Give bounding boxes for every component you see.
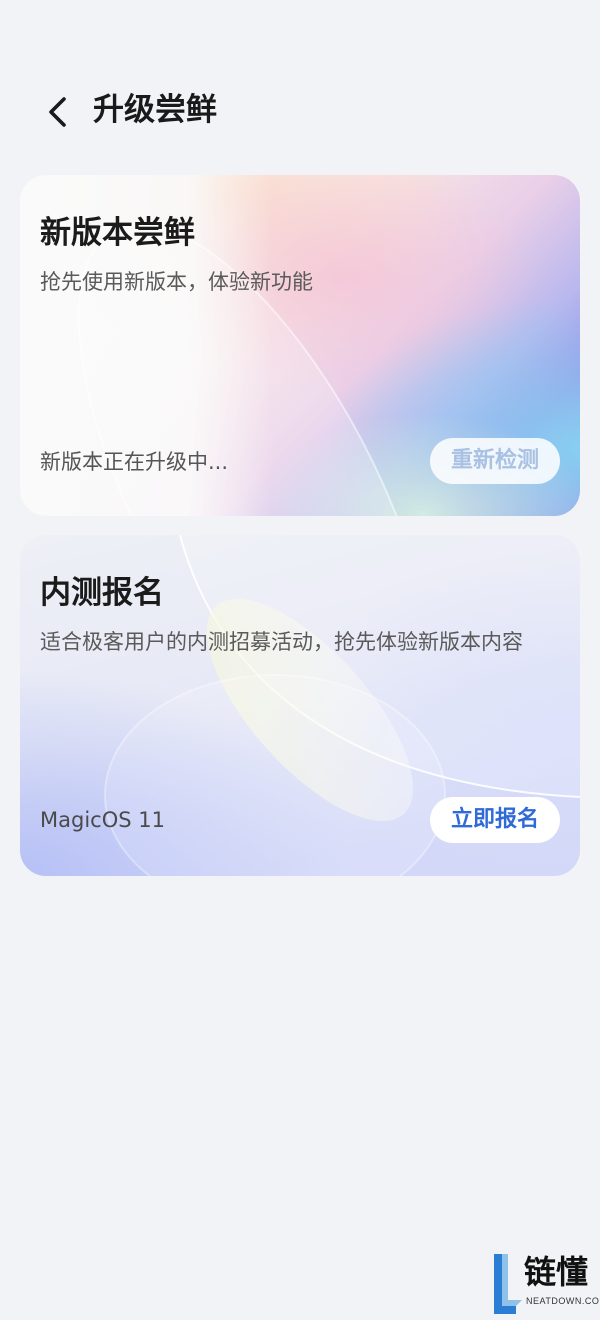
card-title: 新版本尝鲜 (40, 215, 195, 251)
chevron-left-icon (49, 97, 66, 127)
watermark: 链懂 NEATDOWN.COM (480, 1248, 600, 1320)
beta-signup-card: 内测报名 适合极客用户的内测招募活动，抢先体验新版本内容 MagicOS 11 … (20, 535, 580, 876)
new-version-card: 新版本尝鲜 抢先使用新版本，体验新功能 新版本正在升级中... 重新检测 (20, 175, 580, 516)
card-description: 抢先使用新版本，体验新功能 (40, 270, 313, 294)
watermark-domain: NEATDOWN.COM (526, 1296, 600, 1306)
back-button[interactable] (36, 90, 80, 134)
l-logo-icon (494, 1254, 522, 1314)
watermark-brand: 链懂 (524, 1253, 589, 1291)
version-label: MagicOS 11 (40, 808, 165, 832)
card-title: 内测报名 (40, 575, 164, 611)
upgrade-status-text: 新版本正在升级中... (40, 450, 229, 474)
card-description: 适合极客用户的内测招募活动，抢先体验新版本内容 (40, 630, 523, 654)
app-header: 升级尝鲜 (0, 72, 600, 152)
page-title: 升级尝鲜 (93, 92, 217, 128)
recheck-button[interactable]: 重新检测 (430, 438, 560, 484)
signup-button[interactable]: 立即报名 (430, 797, 560, 843)
